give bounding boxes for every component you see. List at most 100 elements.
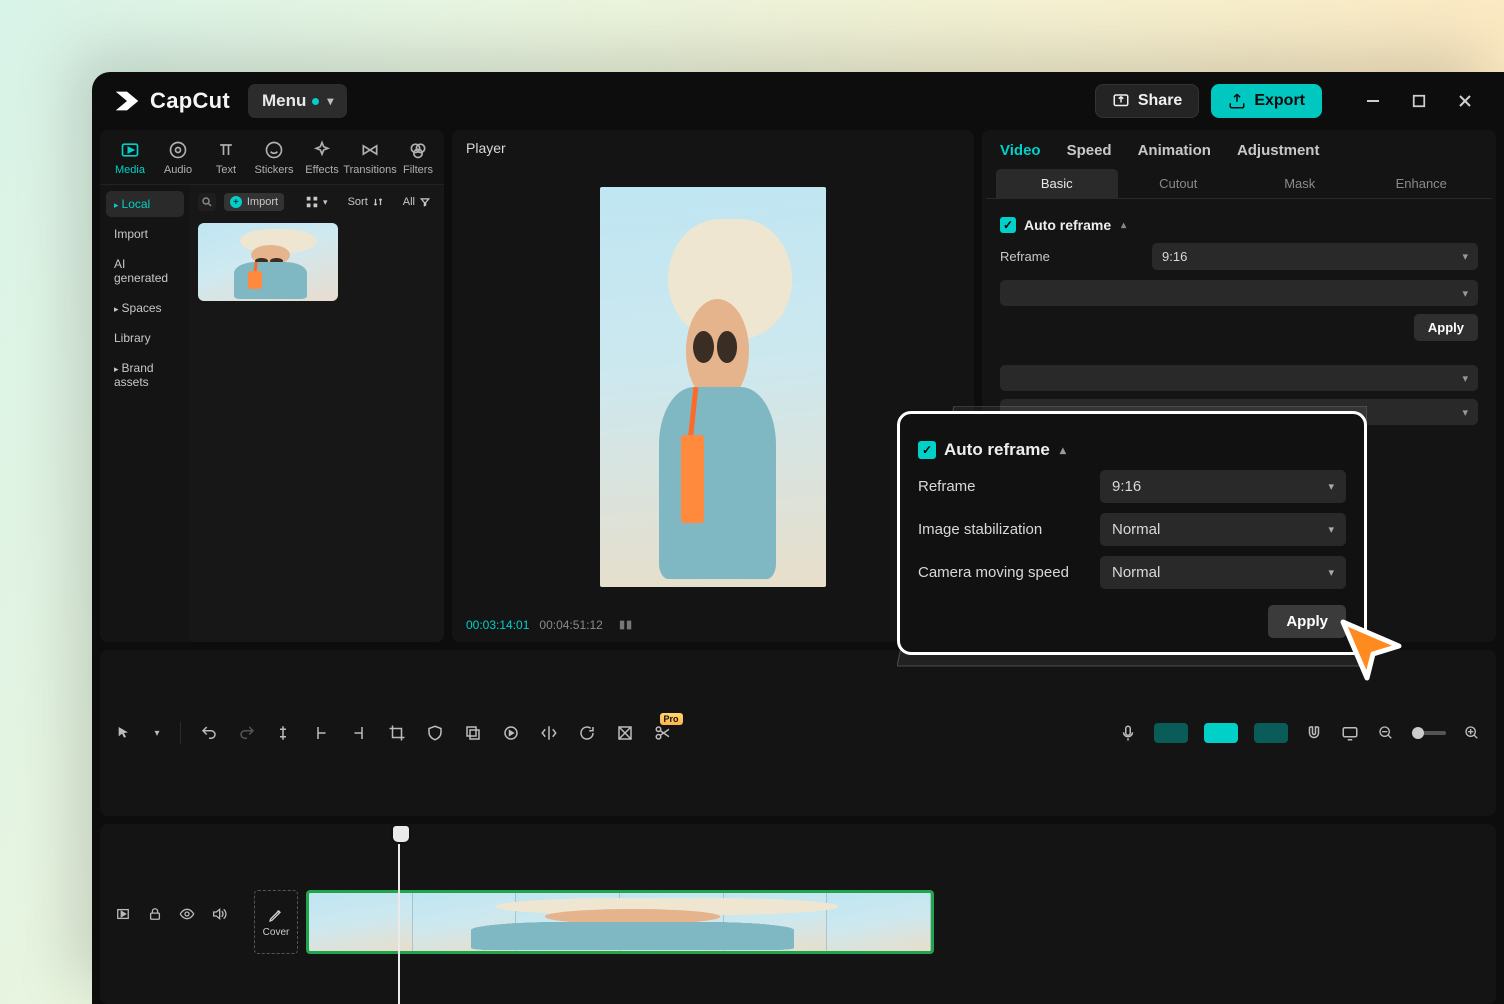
duplicate-tool[interactable] [463,723,483,743]
popover-stabilization-select[interactable]: Normal ▾ [1100,513,1346,546]
chevron-down-icon: ▾ [1462,287,1468,300]
rotate-tool[interactable] [577,723,597,743]
crop-icon [388,724,406,742]
zoom-out-icon [1378,725,1394,741]
snap-toggle[interactable] [1304,723,1324,743]
freeze-tool[interactable] [615,723,635,743]
cursor-icon [116,725,132,741]
app-window: CapCut Menu ▾ Share Export [92,72,1504,1004]
timeline-area[interactable]: Cover [100,824,1496,1004]
search-input[interactable] [198,193,216,211]
sidebar-item-library[interactable]: Library [106,325,184,351]
sidebar-item-spaces[interactable]: ▸Spaces [106,295,184,321]
split-tool[interactable] [273,723,293,743]
inspector-tabs: Video Speed Animation Adjustment [986,130,1492,169]
view-grid-toggle[interactable]: ▾ [300,193,334,211]
import-button[interactable]: + Import [224,193,284,211]
window-maximize-button[interactable] [1410,92,1428,110]
collapsed-select-1[interactable]: ▾ [1000,280,1478,306]
menu-button[interactable]: Menu ▾ [248,84,347,118]
tab-video[interactable]: Video [1000,142,1041,159]
video-clip[interactable] [306,890,934,954]
tab-stickers[interactable]: Stickers [250,136,298,180]
filter-all-button[interactable]: All [397,193,436,211]
tab-effects[interactable]: Effects [298,136,346,180]
reframe-ratio-select[interactable]: 9:16 ▾ [1152,243,1478,270]
subtab-cutout[interactable]: Cutout [1118,169,1240,198]
titlebar: CapCut Menu ▾ Share Export [92,72,1504,130]
apply-button[interactable]: Apply [1414,314,1478,341]
window-close-button[interactable] [1456,92,1474,110]
popover-speed-select[interactable]: Normal ▾ [1100,556,1346,589]
tab-filters[interactable]: Filters [394,136,442,180]
track-toggle-2[interactable] [1204,723,1238,743]
mark-tool[interactable] [425,723,445,743]
track-play-icon[interactable] [114,905,132,923]
subtab-enhance[interactable]: Enhance [1361,169,1483,198]
media-thumbnail[interactable] [198,223,338,301]
cover-button[interactable]: Cover [254,890,298,954]
zoom-in-button[interactable] [1462,723,1482,743]
tab-speed[interactable]: Speed [1067,142,1112,159]
zoom-in-icon [1464,725,1480,741]
current-timecode: 00:03:14:01 [466,618,529,632]
sidebar-item-import[interactable]: Import [106,221,184,247]
asset-type-tabs: Media Audio Text Stickers Effects [100,130,444,185]
caret-right-icon: ▸ [114,200,119,210]
subtab-mask[interactable]: Mask [1239,169,1361,198]
tab-label: Effects [305,164,338,176]
selection-tool-caret[interactable]: ▾ [152,723,162,743]
preview-toggle[interactable] [1340,723,1360,743]
redo-button[interactable] [237,723,257,743]
ratio-icon[interactable] [619,618,633,632]
tab-adjustment[interactable]: Adjustment [1237,142,1320,159]
track-toggle-3[interactable] [1254,723,1288,743]
trim-left-tool[interactable] [311,723,331,743]
collapsed-select-2[interactable]: ▾ [1000,365,1478,391]
sidebar-item-brand-assets[interactable]: ▸Brand assets [106,355,184,395]
trim-right-tool[interactable] [349,723,369,743]
auto-reframe-checkbox[interactable]: ✓ [1000,217,1016,233]
magnet-icon [1305,724,1323,742]
mic-button[interactable] [1118,723,1138,743]
caret-up-icon[interactable]: ▴ [1121,220,1126,231]
playhead[interactable] [398,824,400,1004]
reverse-tool[interactable] [501,723,521,743]
tab-media[interactable]: Media [106,136,154,180]
popover-reframe-select[interactable]: 9:16 ▾ [1100,470,1346,503]
shield-icon [426,724,444,742]
player-viewport[interactable] [452,166,974,608]
tab-transitions[interactable]: Transitions [346,136,394,180]
zoom-slider[interactable] [1412,731,1446,735]
media-toolbar: + Import ▾ Sort All [198,193,436,211]
crop-tool[interactable] [387,723,407,743]
sidebar-item-local[interactable]: ▸Local [106,191,184,217]
zoom-out-button[interactable] [1376,723,1396,743]
share-button[interactable]: Share [1095,84,1199,118]
sidebar-item-ai-generated[interactable]: AI generated [106,251,184,291]
window-minimize-button[interactable] [1364,92,1382,110]
media-icon [120,140,140,160]
tab-audio[interactable]: Audio [154,136,202,180]
tab-text[interactable]: Text [202,136,250,180]
track-visibility-button[interactable] [178,905,196,923]
sort-button[interactable]: Sort [342,193,389,211]
track-toggle-1[interactable] [1154,723,1188,743]
auto-cut-tool[interactable]: Pro [653,723,673,743]
tab-label: Stickers [254,164,293,176]
selection-tool[interactable] [114,723,134,743]
undo-button[interactable] [199,723,219,743]
pencil-icon [268,907,284,923]
popover-apply-button[interactable]: Apply [1268,605,1346,638]
subtab-basic[interactable]: Basic [996,169,1118,198]
brand: CapCut [106,86,230,116]
track-mute-button[interactable] [210,905,228,923]
search-icon [201,196,213,208]
popover-checkbox[interactable]: ✓ [918,441,936,459]
mirror-tool[interactable] [539,723,559,743]
tab-animation[interactable]: Animation [1138,142,1211,159]
export-button[interactable]: Export [1211,84,1322,118]
track-lock-button[interactable] [146,905,164,923]
caret-up-icon[interactable]: ▴ [1060,443,1066,457]
player-panel: Player 00:03:14:01 00:04:51:12 [452,130,974,642]
